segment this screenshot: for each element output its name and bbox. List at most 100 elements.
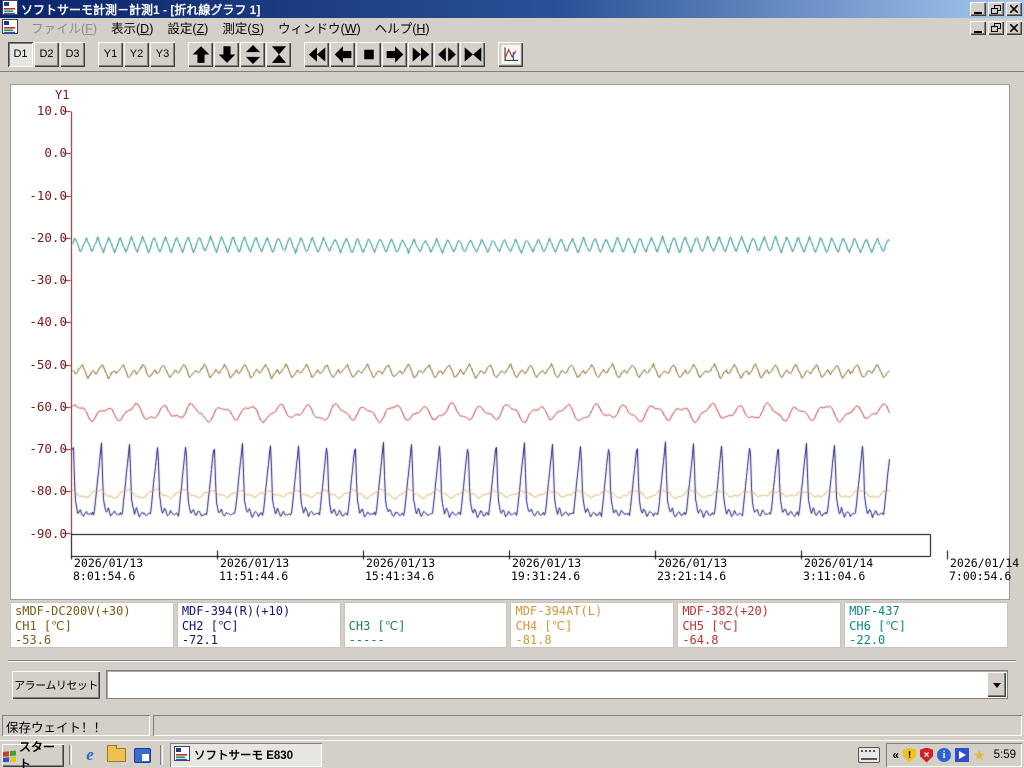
star-icon[interactable]: ★ (973, 748, 986, 762)
toolbar-fast-rewind-button[interactable] (304, 41, 329, 67)
menu-f[interactable]: ファイル(F) (24, 17, 104, 39)
stop-icon (363, 49, 374, 59)
y-tick-label: 10.0 (36, 103, 67, 118)
taskbar: スタート e ソフトサーモ E830 « ! × i ★ 5:59 (0, 740, 1024, 768)
start-label: スタート (19, 740, 56, 768)
task-button[interactable]: ソフトサーモ E830 (170, 743, 322, 767)
menu-h[interactable]: ヘルプ(H) (368, 17, 437, 39)
toolbar-step-left-button[interactable] (330, 41, 355, 67)
menu-bar: ファイル(F) 表示(D) 設定(Z) 測定(S) ウィンドウ(W) ヘルプ(H) (0, 18, 1024, 37)
channel-legend: sMDF-DC200V(+30) CH1 [℃] -53.6 MDF-394(R)(+… (10, 602, 1008, 648)
alarm-reset-button[interactable]: アラームリセット (12, 671, 100, 699)
toolbar-expand-horizontal-button[interactable] (434, 41, 459, 67)
menu-w[interactable]: ウィンドウ(W) (271, 17, 368, 39)
app-icon (2, 0, 18, 18)
alarm-combo-value (107, 671, 986, 698)
close-button[interactable] (1006, 2, 1022, 16)
toolbar-stop-button[interactable] (356, 41, 381, 67)
chart-panel: Y1 10.0 0.0 -10.0 -20.0 -30.0 -40.0 -50.0 -60.0 -… (10, 84, 1019, 600)
x-tick-date: 2026/01/13 (658, 556, 728, 570)
step-left-icon (334, 45, 351, 63)
toolbar: D1 D2 D3 Y1 Y2 Y3 (0, 37, 1024, 72)
task-label: ソフトサーモ E830 (194, 750, 294, 762)
toolbar-button-y3[interactable]: Y3 (150, 41, 175, 67)
legend-channel-value: -22.0 (849, 633, 886, 647)
y-tick-label: -50.0 (29, 356, 67, 372)
legend-channel-name (349, 604, 503, 619)
menu-z[interactable]: 設定(Z) (160, 17, 215, 39)
play-icon[interactable] (955, 748, 970, 762)
toolbar-graph-settings-button[interactable] (498, 41, 523, 67)
security-warning-icon[interactable]: ! (903, 747, 917, 763)
toolbar-button-d1[interactable]: D1 (8, 41, 33, 67)
x-tick-time: 8:01:54.6 (73, 569, 136, 583)
legend-channel-label: CH2 [℃] (181, 618, 239, 633)
fast-forward-icon (412, 46, 429, 62)
legend-channel-name: MDF-394(R)(+10) (181, 604, 291, 618)
legend-cell-ch3: CH3 [℃] ----- (343, 602, 508, 648)
tray-overflow-chevron[interactable]: « (892, 748, 899, 762)
windows-logo-icon (3, 750, 16, 762)
toolbar-button-d2[interactable]: D2 (34, 41, 59, 67)
restore-button[interactable] (988, 2, 1004, 16)
legend-channel-value: -64.8 (682, 633, 719, 647)
folder-icon[interactable] (105, 744, 127, 766)
x-tick-date: 2026/01/13 (74, 556, 144, 570)
x-tick-time: 3:11:04.6 (803, 569, 866, 583)
divider (69, 745, 72, 765)
legend-channel-value: -72.1 (181, 633, 218, 647)
step-right-icon (386, 45, 403, 63)
toolbar-fast-forward-button[interactable] (408, 41, 433, 67)
toolbar-compress-vertical-button[interactable] (266, 41, 291, 67)
toolbar-expand-vertical-button[interactable] (240, 41, 265, 67)
legend-channel-name: MDF-394AT(L) (515, 604, 603, 618)
mdi-minimize-button[interactable] (970, 20, 986, 35)
info-icon[interactable]: i (937, 748, 952, 762)
desktop-icon[interactable] (131, 744, 153, 766)
legend-cell-ch4: MDF-394AT(L) CH4 [℃] -81.8 (510, 602, 675, 648)
scroll-down-icon (218, 45, 235, 63)
x-tick-date: 2026/01/14 (804, 556, 874, 570)
toolbar-button-y1[interactable]: Y1 (98, 41, 123, 67)
toolbar-step-right-button[interactable] (382, 41, 407, 67)
legend-channel-name: sMDF-DC200V(+30) (15, 604, 131, 618)
menu-d[interactable]: 表示(D) (104, 17, 160, 39)
expand-horizontal-icon (437, 46, 456, 62)
expand-vertical-icon (245, 44, 260, 64)
legend-channel-label: CH5 [℃] (682, 618, 740, 633)
system-tray: « ! × i ★ 5:59 (886, 743, 1022, 767)
keyboard-icon[interactable] (858, 747, 881, 763)
x-tick-time: 23:21:14.6 (657, 569, 727, 583)
start-button[interactable]: スタート (2, 740, 64, 768)
y-tick-label: -40.0 (29, 314, 67, 330)
tray-clock[interactable]: 5:59 (990, 749, 1016, 761)
legend-channel-label: CH4 [℃] (515, 618, 573, 633)
legend-channel-label: CH1 [℃] (15, 618, 72, 633)
mdi-child-icon[interactable] (2, 18, 18, 37)
toolbar-scroll-up-button[interactable] (188, 41, 213, 67)
menu-s[interactable]: 測定(S) (215, 17, 271, 39)
line-chart (11, 85, 1009, 599)
chevron-down-icon (992, 682, 1001, 692)
security-alert-icon[interactable]: × (920, 747, 934, 763)
compress-vertical-icon (271, 45, 286, 63)
internet-explorer-icon[interactable]: e (79, 744, 101, 766)
toolbar-button-d3[interactable]: D3 (60, 41, 85, 67)
status-panel-2 (153, 715, 1022, 736)
x-tick-time: 11:51:44.6 (219, 569, 289, 583)
toolbar-compress-horizontal-button[interactable] (460, 41, 485, 67)
x-tick-date: 2026/01/13 (512, 556, 582, 570)
mdi-close-button[interactable] (1006, 20, 1022, 35)
combo-dropdown-button[interactable] (987, 672, 1006, 697)
toolbar-button-y2[interactable]: Y2 (124, 41, 149, 67)
toolbar-scroll-down-button[interactable] (214, 41, 239, 67)
y-tick-label: -30.0 (29, 272, 67, 287)
scroll-up-icon (192, 45, 209, 63)
y-axis-title: Y1 (55, 88, 70, 102)
compress-horizontal-icon (464, 46, 481, 62)
legend-cell-ch2: MDF-394(R)(+10) CH2 [℃] -72.1 (176, 602, 341, 648)
legend-cell-ch5: MDF-382(+20) CH5 [℃] -64.8 (677, 602, 842, 648)
alarm-combo[interactable] (106, 670, 1008, 699)
mdi-restore-button[interactable] (988, 20, 1004, 35)
minimize-button[interactable] (970, 2, 986, 16)
